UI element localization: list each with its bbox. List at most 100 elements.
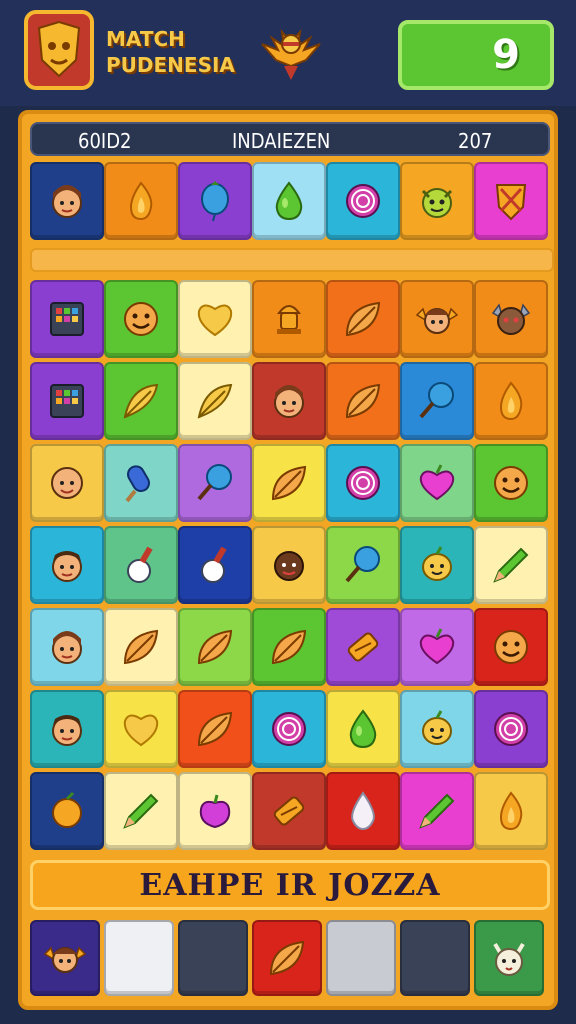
top-tile[interactable] (326, 162, 400, 240)
grid-tile[interactable] (326, 690, 400, 768)
grid-tile[interactable] (326, 608, 400, 686)
grid-tile[interactable] (104, 772, 178, 850)
grid-tile[interactable] (178, 362, 252, 440)
smiley-face-icon (494, 630, 528, 664)
grid-tile[interactable] (400, 526, 474, 604)
pencil-icon (493, 547, 529, 583)
flame-icon (499, 791, 523, 831)
top-tile[interactable] (474, 162, 548, 240)
feather-icon (123, 383, 159, 419)
stats-bar: 60ID2 INDAIEZEN 207 (30, 122, 550, 156)
grid-tile[interactable] (30, 362, 104, 440)
tray-empty-slot[interactable] (178, 920, 248, 996)
orange-fruit-icon (52, 791, 82, 828)
grid-tile[interactable] (252, 526, 326, 604)
flame-icon (129, 181, 153, 221)
top-tile[interactable] (104, 162, 178, 240)
grid-tile[interactable] (326, 362, 400, 440)
stat-right: 207 (458, 129, 493, 153)
grid-tile[interactable] (400, 772, 474, 850)
grid-tile[interactable] (400, 362, 474, 440)
grid-tile[interactable] (178, 526, 252, 604)
grid-tile[interactable] (252, 772, 326, 850)
grid-tile[interactable] (252, 444, 326, 522)
grid-tile[interactable] (30, 526, 104, 604)
grid-tile[interactable] (326, 526, 400, 604)
score-counter: 9 (398, 20, 554, 90)
grid-tile[interactable] (104, 362, 178, 440)
tablet-icon (50, 302, 84, 336)
stat-left: 60ID2 (78, 129, 132, 153)
top-tile[interactable] (30, 162, 104, 240)
level-banner: EAHPE IR JOZZA (30, 860, 550, 910)
grid-tile[interactable] (104, 444, 178, 522)
heart-fruit-icon (419, 628, 455, 665)
top-tile[interactable] (252, 162, 326, 240)
swirl-candy-icon (494, 712, 528, 746)
grid-tile[interactable] (474, 444, 548, 522)
grid-tile[interactable] (30, 772, 104, 850)
grid-tile[interactable] (474, 362, 548, 440)
grid-tile[interactable] (104, 608, 178, 686)
grid-tile[interactable] (30, 280, 104, 358)
grid-tile[interactable] (30, 608, 104, 686)
mask-logo-icon (24, 10, 94, 90)
grid-tile[interactable] (178, 690, 252, 768)
grid-tile[interactable] (474, 690, 548, 768)
heart-icon (123, 714, 159, 747)
grid-tile[interactable] (178, 444, 252, 522)
tray-tile[interactable] (30, 920, 100, 996)
grid-tile[interactable] (252, 280, 326, 358)
leaf-icon (269, 940, 305, 976)
grid-tile[interactable] (474, 608, 548, 686)
grid-tile[interactable] (326, 280, 400, 358)
blue-balloon-icon (201, 181, 229, 222)
leaf-icon (345, 383, 381, 419)
grid-tile[interactable] (30, 444, 104, 522)
grid-tile[interactable] (252, 690, 326, 768)
top-bar: MATCH PUDENESIA 9 (0, 0, 576, 106)
potion-icon (127, 546, 153, 583)
grid-tile[interactable] (326, 772, 400, 850)
grid-tile[interactable] (178, 772, 252, 850)
grid-tile[interactable] (30, 690, 104, 768)
pencil-icon (419, 793, 455, 829)
grid-tile[interactable] (326, 444, 400, 522)
lollipop-icon (197, 464, 232, 501)
feather-icon (197, 383, 233, 419)
bald-face-icon (51, 467, 83, 499)
leaf-icon (271, 465, 307, 501)
grid-tile[interactable] (104, 526, 178, 604)
grid-tile[interactable] (400, 608, 474, 686)
winged-face-icon (415, 307, 459, 334)
grid-tile[interactable] (104, 280, 178, 358)
grid-tile[interactable] (400, 690, 474, 768)
lollipop-icon (419, 382, 454, 419)
pencil-icon (123, 793, 159, 829)
grid-tile[interactable] (474, 772, 548, 850)
grid-tile[interactable] (178, 280, 252, 358)
boy-face-icon (52, 551, 82, 582)
grid-tile[interactable] (474, 280, 548, 358)
flame-icon (499, 381, 523, 421)
cream-drop-icon (351, 791, 375, 831)
grid-tile[interactable] (400, 280, 474, 358)
grid-tile[interactable] (252, 362, 326, 440)
top-tile[interactable] (400, 162, 474, 240)
grid-tile[interactable] (400, 444, 474, 522)
lemon-face-icon (422, 710, 452, 745)
grid-tile[interactable] (104, 690, 178, 768)
tray-empty-slot[interactable] (400, 920, 470, 996)
tray-empty-slot[interactable] (104, 920, 174, 996)
grid-tile[interactable] (178, 608, 252, 686)
tray-empty-slot[interactable] (326, 920, 396, 996)
lollipop-icon (345, 546, 380, 583)
grid-tile[interactable] (252, 608, 326, 686)
top-tile[interactable] (178, 162, 252, 240)
grid-tile[interactable] (474, 526, 548, 604)
tray-tile[interactable] (474, 920, 544, 996)
girl-face-icon (274, 385, 304, 418)
apple-icon (199, 794, 231, 829)
leaf-icon (197, 629, 233, 665)
tray-tile[interactable] (252, 920, 322, 996)
